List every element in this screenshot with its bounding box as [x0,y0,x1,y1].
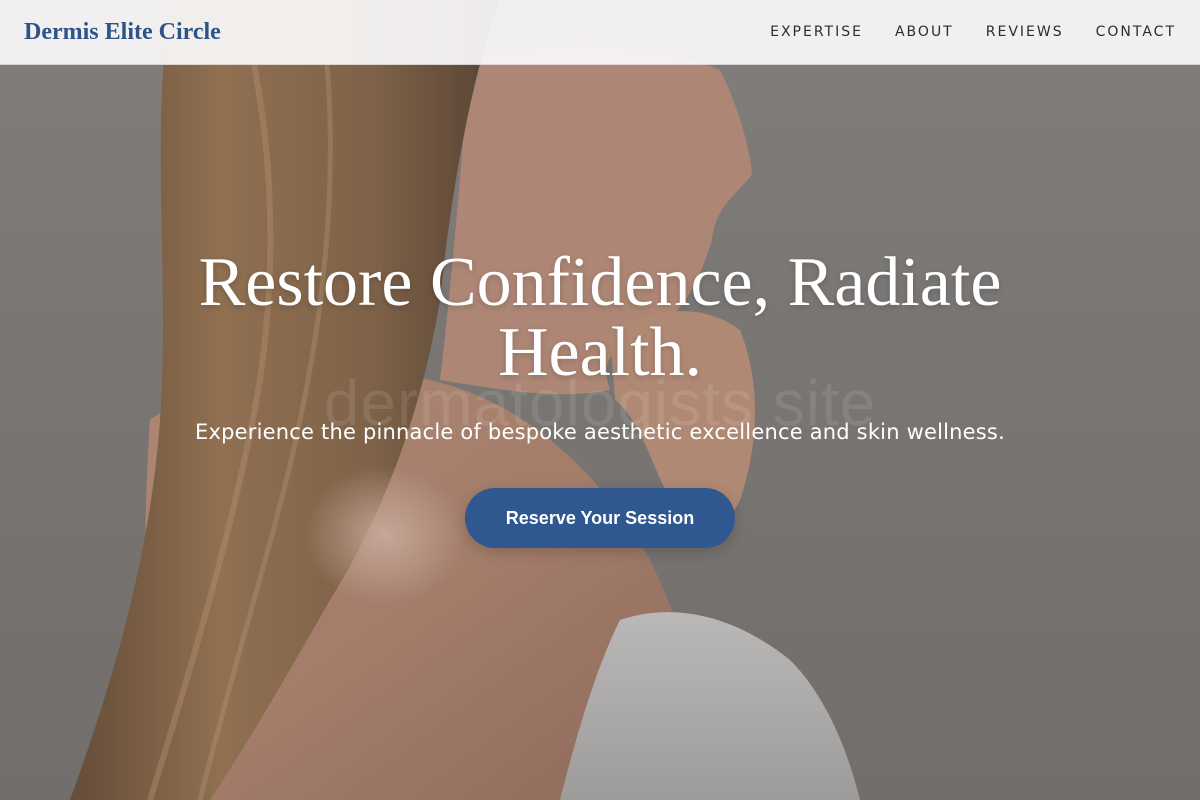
main-nav: EXPERTISE ABOUT REVIEWS CONTACT [770,24,1176,40]
nav-link-contact[interactable]: CONTACT [1096,24,1176,40]
nav-link-reviews[interactable]: REVIEWS [986,24,1064,40]
site-header: Dermis Elite Circle EXPERTISE ABOUT REVI… [0,0,1200,65]
nav-link-about[interactable]: ABOUT [895,24,954,40]
hero-content: Restore Confidence, Radiate Health. Expe… [0,248,1200,548]
nav-link-expertise[interactable]: EXPERTISE [770,24,863,40]
brand-logo-link[interactable]: Dermis Elite Circle [24,19,221,46]
hero-subtitle: Experience the pinnacle of bespoke aesth… [195,420,1005,444]
hero-title: Restore Confidence, Radiate Health. [198,244,1002,391]
reserve-session-button[interactable]: Reserve Your Session [465,488,735,548]
